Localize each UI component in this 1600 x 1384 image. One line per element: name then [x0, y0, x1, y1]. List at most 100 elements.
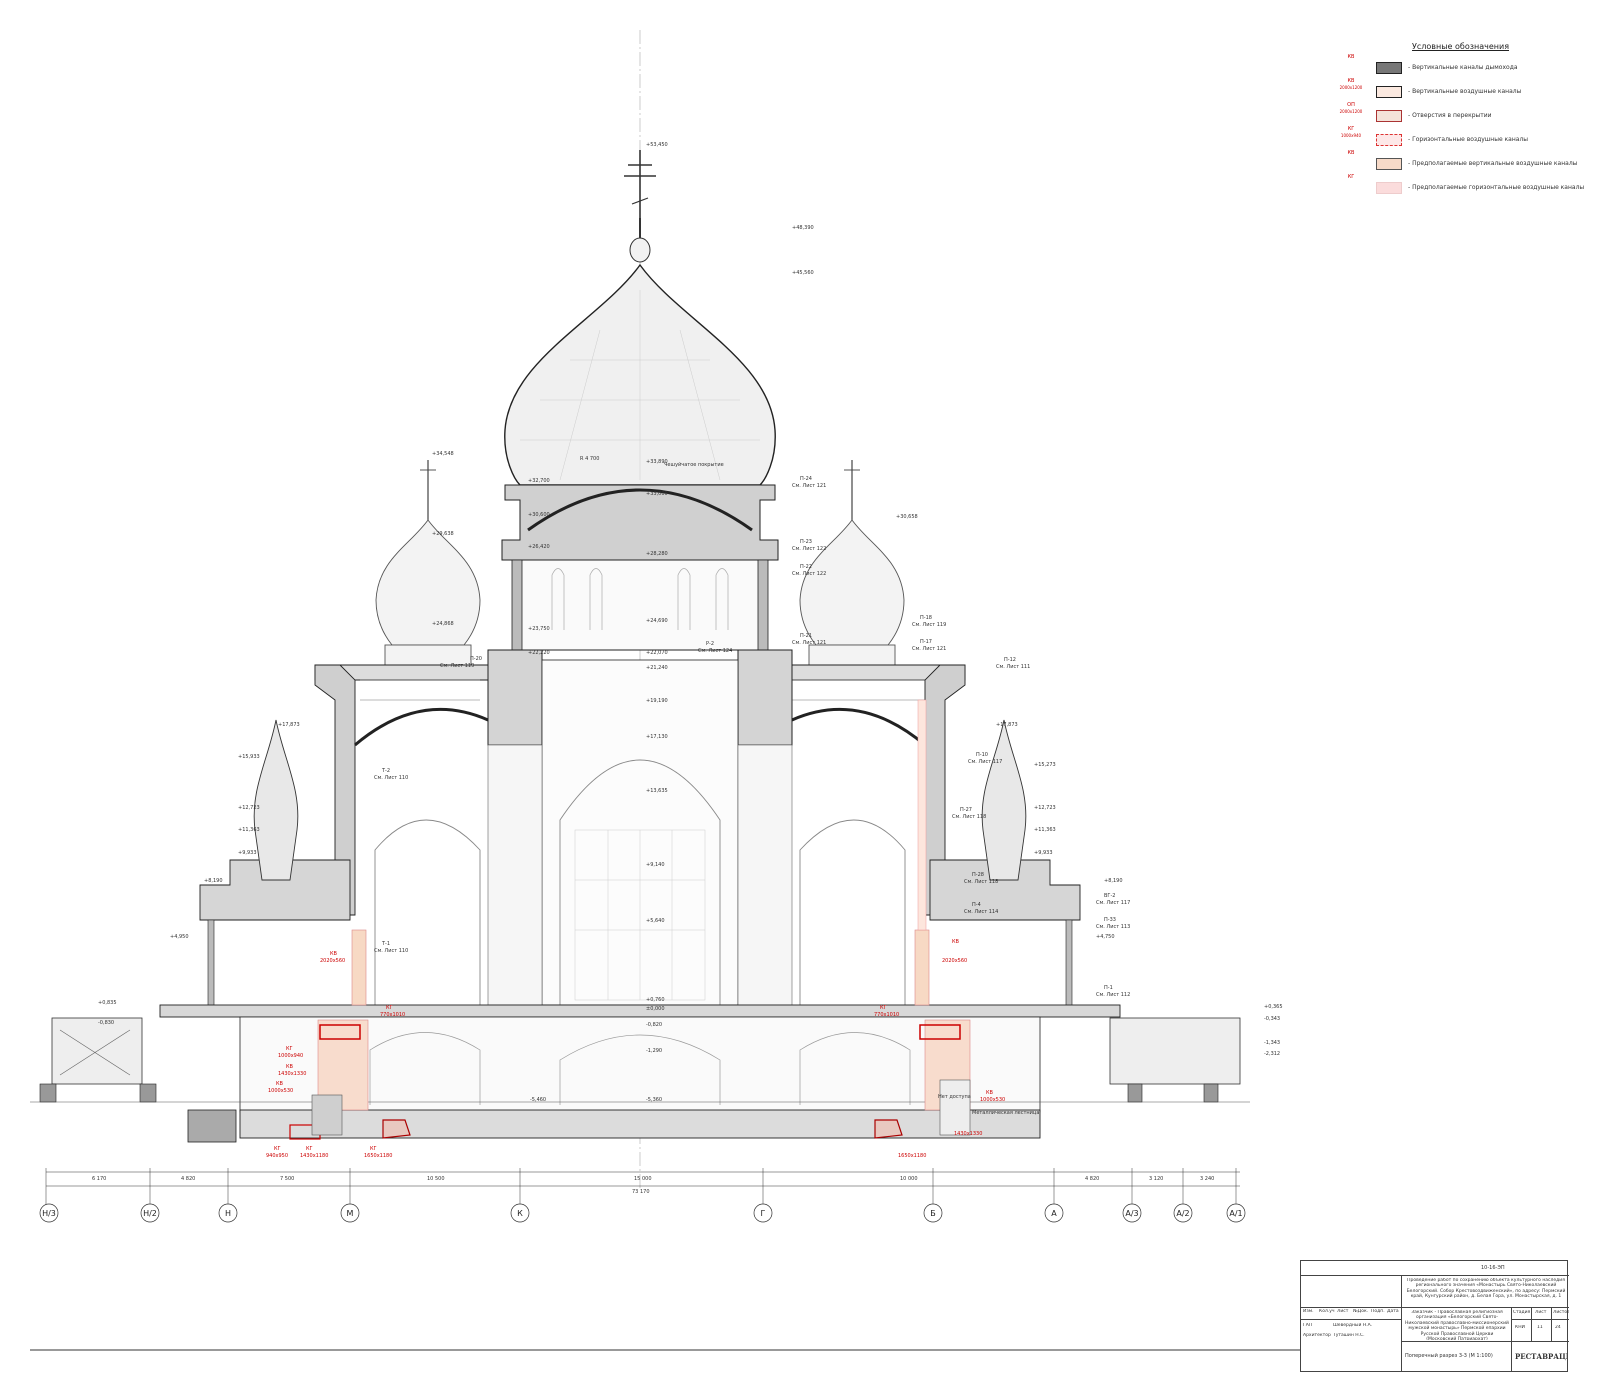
- svg-text:+22,070: +22,070: [646, 650, 668, 656]
- axis-bubble: Н/3: [39, 1203, 59, 1223]
- svg-text:+0,365: +0,365: [1264, 1004, 1283, 1010]
- axis-bubble: А/1: [1226, 1203, 1246, 1223]
- svg-text:1000х530: 1000х530: [268, 1088, 293, 1094]
- svg-text:+8,190: +8,190: [1104, 878, 1123, 884]
- legend-item: КГ 1000х940 - Горизонтальные воздушные к…: [1336, 126, 1576, 148]
- svg-text:П-12: П-12: [1004, 657, 1016, 663]
- svg-text:См. Лист 114: См. Лист 114: [964, 909, 998, 915]
- legend-item: КВ 2000х1200 - Вертикальные воздушные ка…: [1336, 78, 1576, 100]
- opening-swatch: [1376, 110, 1402, 122]
- svg-text:+23,750: +23,750: [528, 626, 550, 632]
- assumed-horizontal-swatch: [1376, 182, 1402, 194]
- main-dome: [501, 150, 779, 651]
- svg-text:+45,560: +45,560: [792, 270, 814, 276]
- axis-bubble: М: [340, 1203, 360, 1223]
- svg-text:Металлическая лестница: Металлическая лестница: [972, 1110, 1039, 1116]
- svg-text:КГ: КГ: [274, 1146, 281, 1152]
- svg-text:+12,723: +12,723: [238, 805, 260, 811]
- chimney-swatch: [1376, 62, 1402, 74]
- sheet-title: Поперечный разрез 3-3 (М 1:100): [1405, 1353, 1493, 1359]
- svg-text:+17,873: +17,873: [278, 722, 300, 728]
- svg-text:См. Лист 113: См. Лист 113: [1096, 924, 1130, 930]
- axis-bubble: Г: [753, 1203, 773, 1223]
- svg-text:+15,933: +15,933: [238, 754, 260, 760]
- svg-text:+22,220: +22,220: [528, 650, 550, 656]
- svg-text:КВ: КВ: [986, 1090, 994, 1096]
- svg-text:ВГ-2: ВГ-2: [1104, 893, 1115, 899]
- svg-text:П-27: П-27: [960, 807, 972, 813]
- svg-text:4 820: 4 820: [181, 1176, 195, 1182]
- svg-text:770х1010: 770х1010: [380, 1012, 405, 1018]
- sheets-value: 24: [1555, 1325, 1561, 1330]
- svg-text:М: М: [347, 1209, 354, 1218]
- svg-text:+29,638: +29,638: [432, 531, 454, 537]
- svg-text:П-20: П-20: [470, 656, 482, 662]
- svg-text:+9,933: +9,933: [1034, 850, 1053, 856]
- svg-text:6 170: 6 170: [92, 1176, 106, 1182]
- svg-text:-2,312: -2,312: [1264, 1051, 1280, 1057]
- svg-text:10 000: 10 000: [900, 1176, 918, 1182]
- axis-bubbles: Н/3 Н/2 Н М К Г Б А А/3 А/2 А/1: [39, 1203, 1246, 1223]
- svg-text:940х950: 940х950: [266, 1153, 288, 1159]
- svg-text:+15,273: +15,273: [1034, 762, 1056, 768]
- svg-text:К: К: [517, 1209, 523, 1218]
- svg-text:Чешуйчатое покрытие: Чешуйчатое покрытие: [664, 461, 724, 468]
- svg-text:+24,690: +24,690: [646, 618, 668, 624]
- svg-text:См. Лист 119: См. Лист 119: [440, 663, 474, 669]
- svg-text:П-18: П-18: [920, 615, 932, 621]
- svg-text:2020х560: 2020х560: [942, 958, 967, 964]
- svg-text:П-24: П-24: [800, 476, 812, 482]
- svg-text:3 120: 3 120: [1149, 1176, 1163, 1182]
- svg-text:См. Лист 112: См. Лист 112: [1096, 992, 1130, 998]
- svg-text:+26,420: +26,420: [528, 544, 550, 550]
- svg-text:+17,130: +17,130: [646, 734, 668, 740]
- svg-text:-5,460: -5,460: [530, 1097, 546, 1103]
- svg-text:1430х1330: 1430х1330: [954, 1131, 982, 1137]
- svg-text:Н/2: Н/2: [143, 1209, 157, 1218]
- svg-text:+21,240: +21,240: [646, 665, 668, 671]
- svg-text:См. Лист 121: См. Лист 121: [792, 483, 826, 489]
- svg-text:R 4 700: R 4 700: [580, 456, 599, 462]
- svg-text:-0,830: -0,830: [98, 1020, 114, 1026]
- axis-bubble: Н: [218, 1203, 238, 1223]
- client-text: Заказчик - Православная религиозная орга…: [1405, 1310, 1509, 1340]
- svg-text:П-23: П-23: [800, 539, 812, 545]
- svg-text:КГ: КГ: [286, 1046, 293, 1052]
- svg-text:См. Лист 110: См. Лист 110: [374, 948, 408, 954]
- svg-text:См. Лист 122: См. Лист 122: [792, 546, 826, 552]
- svg-text:+4,750: +4,750: [1096, 934, 1115, 940]
- sheet-value: 11: [1537, 1325, 1543, 1330]
- drawing-code: 10-16-ЭП: [1481, 1265, 1505, 1271]
- svg-text:А/2: А/2: [1176, 1209, 1189, 1218]
- axis-bubble: А/2: [1173, 1203, 1193, 1223]
- svg-text:+30,658: +30,658: [896, 514, 918, 520]
- svg-text:+48,390: +48,390: [792, 225, 814, 231]
- svg-text:КГ: КГ: [880, 1005, 887, 1011]
- svg-text:+32,700: +32,700: [528, 478, 550, 484]
- svg-text:1000х940: 1000х940: [278, 1053, 303, 1059]
- legend-title: Условные обозначения: [1412, 42, 1510, 51]
- svg-text:1000х530: 1000х530: [980, 1097, 1005, 1103]
- svg-text:Нет доступа: Нет доступа: [938, 1094, 971, 1100]
- svg-text:10 500: 10 500: [427, 1176, 445, 1182]
- svg-text:4 820: 4 820: [1085, 1176, 1099, 1182]
- svg-text:См. Лист 117: См. Лист 117: [1096, 900, 1130, 906]
- svg-text:+30,600: +30,600: [528, 512, 550, 518]
- svg-text:А/3: А/3: [1125, 1209, 1138, 1218]
- svg-text:КВ: КВ: [952, 939, 960, 945]
- stage-label: Стадия: [1513, 1310, 1531, 1315]
- svg-text:1650х1180: 1650х1180: [898, 1153, 926, 1159]
- svg-text:+8,190: +8,190: [204, 878, 223, 884]
- svg-text:Н/3: Н/3: [42, 1209, 56, 1218]
- svg-text:КГ: КГ: [370, 1146, 377, 1152]
- svg-text:+13,635: +13,635: [646, 788, 668, 794]
- svg-text:Г: Г: [761, 1209, 766, 1218]
- svg-text:КВ: КВ: [286, 1064, 294, 1070]
- svg-text:±0,000: ±0,000: [646, 1006, 665, 1012]
- svg-text:+19,190: +19,190: [646, 698, 668, 704]
- svg-text:-1,290: -1,290: [646, 1048, 662, 1054]
- axis-bubble: К: [510, 1203, 530, 1223]
- svg-text:+5,640: +5,640: [646, 918, 665, 924]
- svg-text:1650х1180: 1650х1180: [364, 1153, 392, 1159]
- svg-text:+53,450: +53,450: [646, 142, 668, 148]
